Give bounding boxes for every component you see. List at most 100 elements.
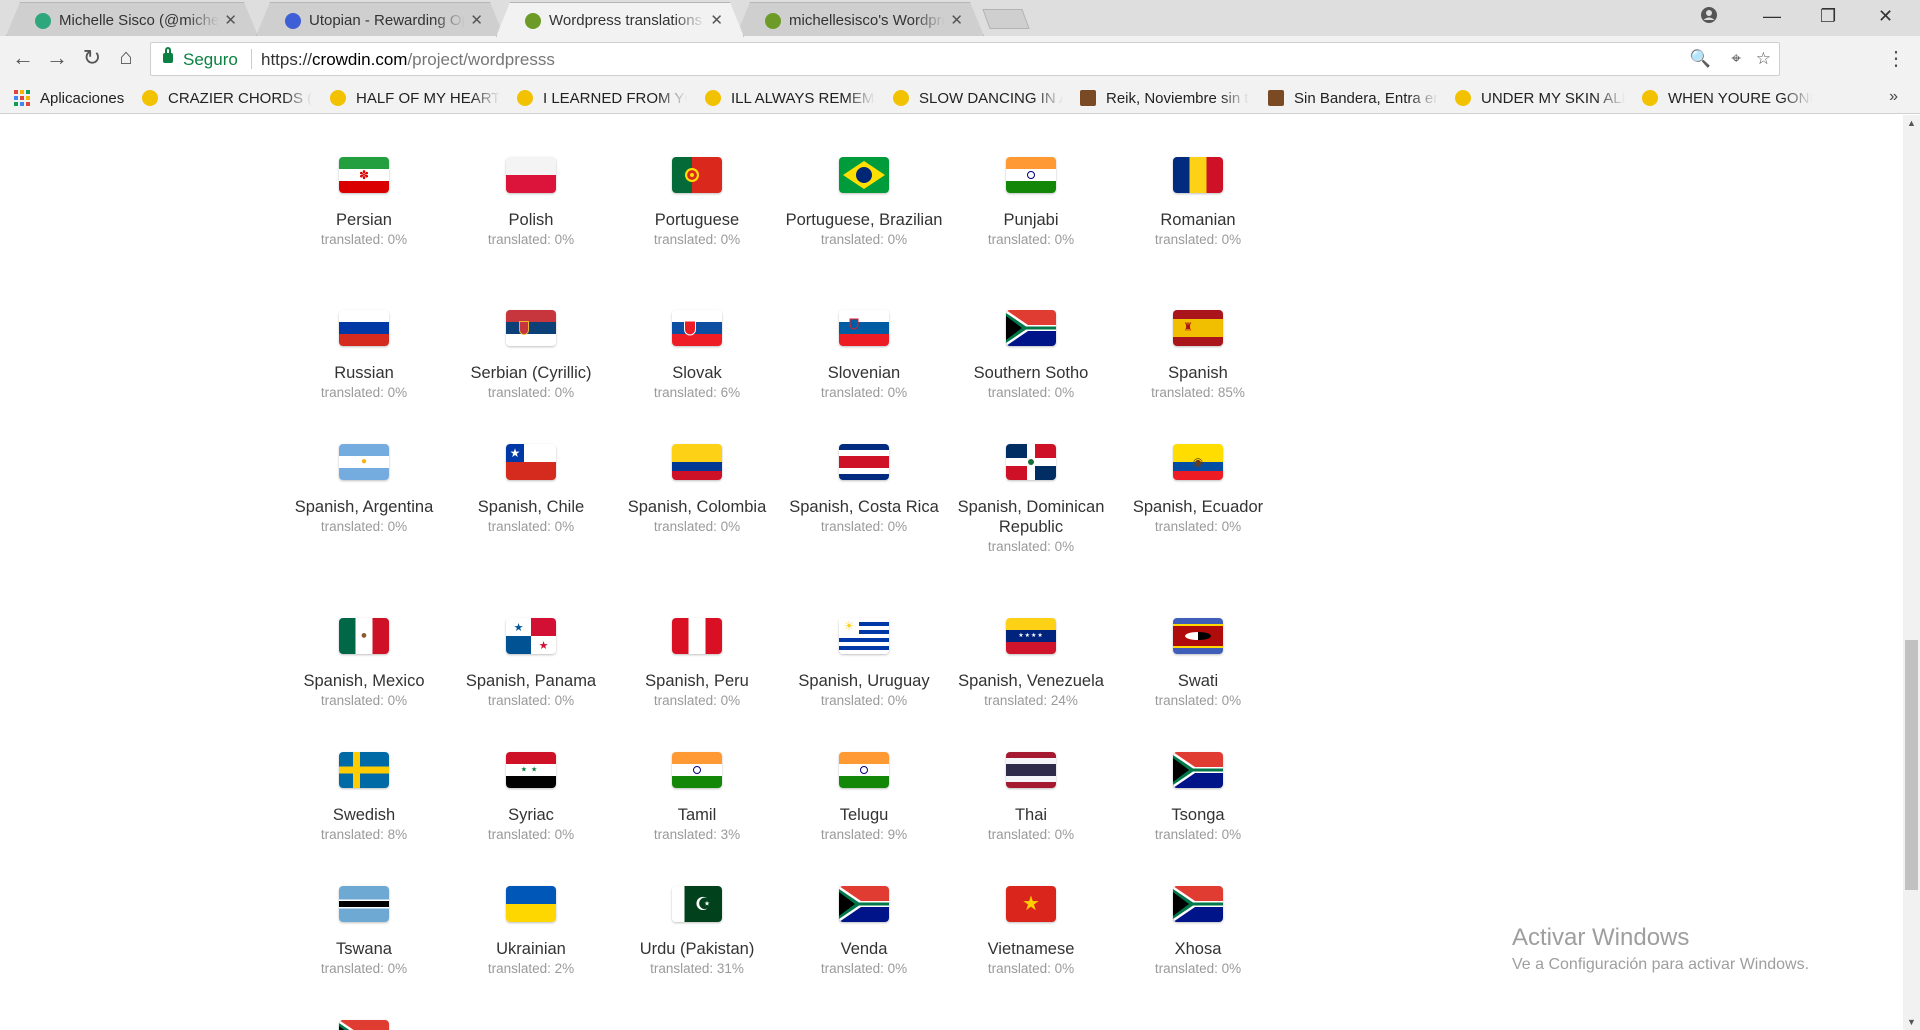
bookmark-apps[interactable]: Aplicaciones [14,87,124,109]
india-flag-icon [672,752,722,788]
language-name: Telugu [839,806,889,824]
bookmark-item[interactable]: WHEN YOURE GONE [1642,87,1812,109]
language-item-romanian[interactable]: Romanian translated: 0% [1118,157,1278,250]
close-tab-icon[interactable]: ✕ [224,11,237,29]
language-name: Polish [508,211,554,229]
browser-tab[interactable]: Utopian - Rewarding Op ✕ [256,2,504,36]
language-item-southern-sotho[interactable]: Southern Sotho translated: 0% [951,310,1111,403]
translate-icon[interactable]: ⌖ [1731,49,1741,69]
language-item-portuguese-brazilian[interactable]: Portuguese, Brazilian translated: 0% [784,157,944,250]
close-tab-icon[interactable]: ✕ [710,11,723,29]
browser-tab-active[interactable]: Wordpress translations: c ✕ [496,2,744,37]
language-name: Persian [336,211,392,229]
language-item-swedish[interactable]: Swedish translated: 8% [284,752,444,845]
forward-icon[interactable]: → [44,45,70,71]
home-icon[interactable]: ⌂ [113,44,139,70]
profile-icon[interactable] [1700,6,1718,29]
bookmark-item[interactable]: Reik, Noviembre sin t [1080,87,1250,109]
scroll-up-arrow-icon[interactable]: ▲ [1903,118,1920,128]
chord-site-icon [1642,90,1658,106]
translation-status: translated: 0% [320,693,408,708]
language-item-spanish-uruguay[interactable]: ☀ Spanish, Uruguay translated: 0% [784,618,944,711]
bookmark-star-icon[interactable]: ☆ [1756,49,1771,69]
language-item-partial[interactable] [284,1020,444,1030]
language-item-spanish-colombia[interactable]: Spanish, Colombia translated: 0% [617,444,777,537]
language-item-tamil[interactable]: Tamil translated: 3% [617,752,777,845]
language-item-polish[interactable]: Polish translated: 0% [451,157,611,250]
svg-text:★: ★ [539,639,549,652]
language-name: Urdu (Pakistan) [639,940,755,958]
bookmark-item[interactable]: CRAZIER CHORDS (ve [142,87,312,109]
minimize-icon[interactable]: — [1763,6,1781,27]
language-item-spanish-mexico[interactable]: ● Spanish, Mexico translated: 0% [284,618,444,711]
more-bookmarks-icon[interactable]: » [1889,88,1898,106]
url-text[interactable]: https://crowdin.com/project/wordpresss [261,50,555,70]
language-item-spanish-peru[interactable]: Spanish, Peru translated: 0% [617,618,777,711]
language-item-ukrainian[interactable]: Ukrainian translated: 2% [451,886,611,979]
south-africa-flag-icon [839,886,889,922]
india-flag-icon [839,752,889,788]
language-item-telugu[interactable]: Telugu translated: 9% [784,752,944,845]
reload-icon[interactable]: ↻ [79,45,105,71]
translation-status: translated: 2% [487,961,575,976]
scrollbar-thumb[interactable] [1905,640,1918,890]
language-item-spanish-costa-rica[interactable]: Spanish, Costa Rica translated: 0% [784,444,944,537]
language-item-portuguese[interactable]: Portuguese translated: 0% [617,157,777,250]
language-item-spanish-venezuela[interactable]: ★★★★ Spanish, Venezuela translated: 24% [951,618,1111,711]
language-name: Tswana [336,940,392,958]
translation-status: translated: 0% [820,519,908,534]
romania-flag-icon [1173,157,1223,193]
language-item-russian[interactable]: Russian translated: 0% [284,310,444,403]
language-name: Tsonga [1171,806,1225,824]
bookmark-item[interactable]: HALF OF MY HEART C [330,87,500,109]
serbia-flag-icon [506,310,556,346]
language-item-persian[interactable]: ✽ Persian translated: 0% [284,157,444,250]
zoom-icon[interactable]: 🔍 [1690,49,1711,69]
bookmark-item[interactable]: I LEARNED FROM YO [517,87,687,109]
close-window-icon[interactable]: ✕ [1878,6,1893,27]
bookmark-item[interactable]: UNDER MY SKIN ALB [1455,87,1625,109]
language-item-tsonga[interactable]: Tsonga translated: 0% [1118,752,1278,845]
page-scrollbar[interactable]: ▲ ▼ [1903,115,1920,1030]
steemit-favicon-icon [35,13,51,29]
language-item-vietnamese[interactable]: ★ Vietnamese translated: 0% [951,886,1111,979]
bookmark-item[interactable]: ILL ALWAYS REMEMB [705,87,875,109]
translation-status: translated: 0% [987,827,1075,842]
browser-menu-icon[interactable]: ⋮ [1886,46,1906,71]
language-item-spanish[interactable]: ♜ Spanish translated: 85% [1118,310,1278,403]
bookmark-item[interactable]: Sin Bandera, Entra en [1268,87,1438,109]
bookmark-item[interactable]: SLOW DANCING IN A [893,87,1063,109]
translation-status: translated: 0% [820,385,908,400]
language-item-slovak[interactable]: Slovak translated: 6% [617,310,777,403]
language-item-thai[interactable]: Thai translated: 0% [951,752,1111,845]
restore-icon[interactable]: ❐ [1820,6,1836,27]
language-item-slovenian[interactable]: Slovenian translated: 0% [784,310,944,403]
language-item-swati[interactable]: Swati translated: 0% [1118,618,1278,711]
tab-site-icon [1080,90,1096,106]
divider [251,49,252,69]
bookmark-label: Aplicaciones [40,89,125,107]
language-name: Thai [1014,806,1048,824]
language-item-tswana[interactable]: Tswana translated: 0% [284,886,444,979]
close-tab-icon[interactable]: ✕ [950,11,963,29]
language-item-serbian-cyrillic[interactable]: Serbian (Cyrillic) translated: 0% [451,310,611,403]
language-item-spanish-argentina[interactable]: ● Spanish, Argentina translated: 0% [284,444,444,537]
browser-tab[interactable]: michellesisco's Wordpres ✕ [736,2,984,36]
language-item-spanish-panama[interactable]: ★ ★ Spanish, Panama translated: 0% [451,618,611,711]
language-item-venda[interactable]: Venda translated: 0% [784,886,944,979]
browser-tab[interactable]: Michelle Sisco (@michell ✕ [6,2,258,36]
close-tab-icon[interactable]: ✕ [470,11,483,29]
language-item-syriac[interactable]: ★★ Syriac translated: 0% [451,752,611,845]
scroll-down-arrow-icon[interactable]: ▼ [1903,1017,1920,1027]
language-item-spanish-ecuador[interactable]: ◉ Spanish, Ecuador translated: 0% [1118,444,1278,537]
language-item-urdu-pakistan[interactable]: ☪ Urdu (Pakistan) translated: 31% [617,886,777,979]
back-icon[interactable]: ← [10,45,36,71]
address-bar[interactable]: Seguro https://crowdin.com/project/wordp… [150,42,1780,76]
language-item-xhosa[interactable]: Xhosa translated: 0% [1118,886,1278,979]
ecuador-flag-icon: ◉ [1173,444,1223,480]
language-item-spanish-chile[interactable]: ★ Spanish, Chile translated: 0% [451,444,611,537]
language-name: Slovenian [827,364,901,382]
new-tab-button[interactable] [982,9,1030,29]
language-item-spanish-dominican-republic[interactable]: Spanish, Dominican Republic translated: … [951,444,1111,557]
language-item-punjabi[interactable]: Punjabi translated: 0% [951,157,1111,250]
